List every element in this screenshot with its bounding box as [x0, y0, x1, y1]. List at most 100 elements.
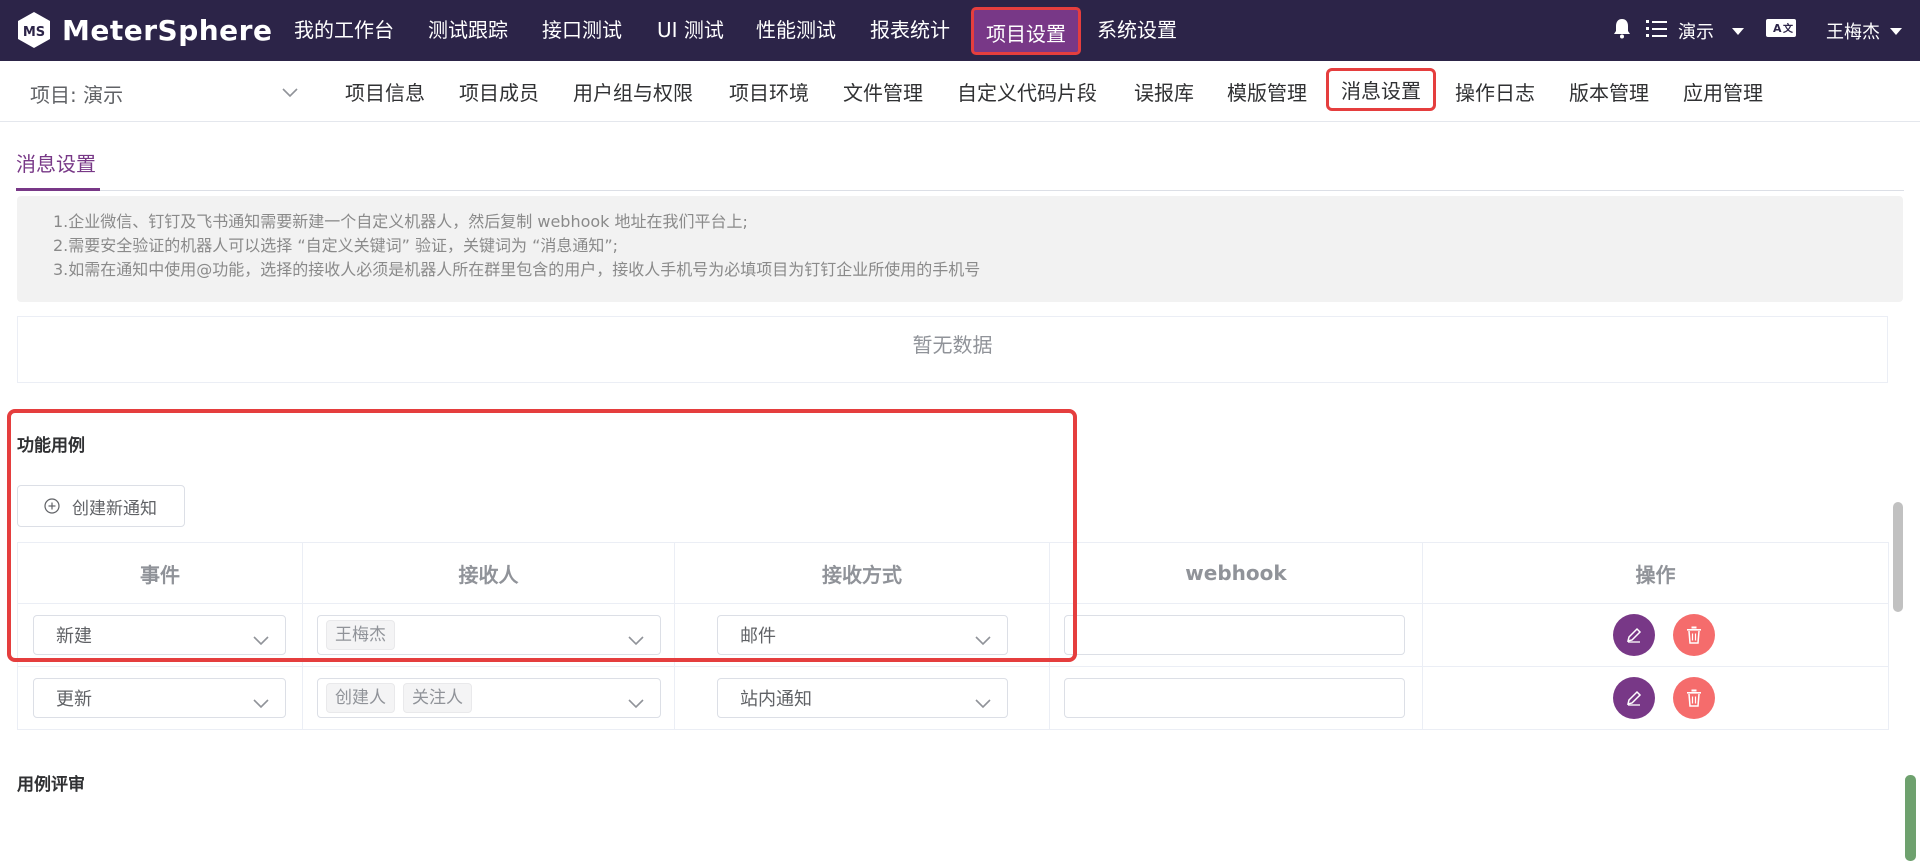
nav-system-settings[interactable]: 系统设置	[1097, 0, 1177, 61]
receiver-cell: 创建人 关注人	[302, 666, 675, 730]
table-row: 更新 创建人 关注人 站内通知	[17, 666, 1889, 730]
subnav-user-groups[interactable]: 用户组与权限	[573, 77, 693, 106]
task-list-icon[interactable]	[1646, 18, 1668, 43]
subnav-false-positive[interactable]: 误报库	[1134, 77, 1194, 106]
empty-table: 暂无数据	[17, 316, 1888, 383]
tip-line: 3.如需在通知中使用@功能，选择的接收人必须是机器人所在群里包含的用户，接收人手…	[53, 260, 981, 279]
receiver-select[interactable]: 王梅杰	[317, 615, 661, 655]
nav-project-settings[interactable]: 项目设置	[971, 7, 1081, 55]
nav-test-tracking[interactable]: 测试跟踪	[428, 0, 508, 61]
subnav-message-settings[interactable]: 消息设置	[1326, 68, 1436, 111]
project-chevron-down-icon[interactable]	[282, 83, 298, 102]
event-value: 更新	[56, 689, 92, 710]
method-cell: 邮件	[674, 603, 1050, 667]
tab-message-settings[interactable]: 消息设置	[16, 148, 96, 177]
receiver-tag: 关注人	[403, 683, 472, 713]
subnav-project-info[interactable]: 项目信息	[345, 77, 425, 106]
receiver-cell: 王梅杰	[302, 603, 675, 667]
top-navigation-bar: MS MeterSphere 我的工作台 测试跟踪 接口测试 UI 测试 性能测…	[0, 0, 1920, 61]
webhook-cell	[1049, 666, 1423, 730]
method-select[interactable]: 站内通知	[717, 678, 1008, 718]
nav-api-test[interactable]: 接口测试	[542, 0, 622, 61]
page-scrollbar-thumb[interactable]	[1905, 775, 1916, 861]
create-notification-label: 创建新通知	[72, 498, 157, 519]
nav-ui-test[interactable]: UI 测试	[657, 0, 724, 61]
column-header-event: 事件	[17, 542, 303, 604]
bell-icon[interactable]	[1612, 17, 1632, 44]
empty-text: 暂无数据	[912, 333, 993, 357]
subnav-project-env[interactable]: 项目环境	[729, 77, 809, 106]
subnav-custom-code[interactable]: 自定义代码片段	[957, 77, 1097, 106]
app-name: MeterSphere	[62, 13, 273, 47]
event-select[interactable]: 新建	[33, 615, 286, 655]
logo[interactable]: MS MeterSphere	[14, 8, 272, 52]
chevron-down-icon	[628, 630, 644, 651]
top-right-controls: 演示 A文 王梅杰	[1612, 0, 1902, 61]
edit-icon	[1625, 689, 1643, 707]
event-select[interactable]: 更新	[33, 678, 286, 718]
column-header-webhook: webhook	[1049, 542, 1423, 604]
main-content: 消息设置 1.企业微信、钉钉及飞书通知需要新建一个自定义机器人，然后复制 web…	[0, 122, 1920, 861]
workspace-select[interactable]: 演示	[1678, 18, 1714, 44]
chevron-down-icon	[628, 693, 644, 714]
delete-button[interactable]	[1673, 677, 1715, 719]
chevron-down-icon	[253, 693, 269, 714]
delete-button[interactable]	[1673, 614, 1715, 656]
trash-icon	[1686, 689, 1702, 707]
trash-icon	[1686, 626, 1702, 644]
svg-text:MS: MS	[23, 25, 45, 40]
inner-scrollbar-thumb[interactable]	[1893, 502, 1903, 612]
project-sub-navigation: 项目: 演示 项目信息 项目成员 用户组与权限 项目环境 文件管理 自定义代码片…	[0, 61, 1920, 122]
webhook-input[interactable]	[1064, 678, 1405, 718]
workspace-chevron-down-icon[interactable]	[1732, 20, 1744, 41]
subnav-project-members[interactable]: 项目成员	[459, 77, 539, 106]
tip-line: 2.需要安全验证的机器人可以选择 “自定义关键词” 验证，关键词为 “消息通知”…	[53, 236, 619, 255]
tab-divider	[16, 190, 1904, 191]
method-select[interactable]: 邮件	[717, 615, 1008, 655]
tip-line: 1.企业微信、钉钉及飞书通知需要新建一个自定义机器人，然后复制 webhook …	[53, 212, 748, 231]
subnav-file-management[interactable]: 文件管理	[843, 77, 923, 106]
nav-my-workbench[interactable]: 我的工作台	[294, 0, 394, 61]
column-header-actions: 操作	[1422, 542, 1889, 604]
section-title-functional-case: 功能用例	[17, 436, 85, 456]
user-chevron-down-icon[interactable]	[1890, 20, 1902, 41]
svg-text:A: A	[1773, 22, 1782, 35]
event-cell: 更新	[17, 666, 303, 730]
receiver-select[interactable]: 创建人 关注人	[317, 678, 661, 718]
table-row: 新建 王梅杰 邮件	[17, 603, 1889, 667]
receiver-tag: 王梅杰	[326, 620, 395, 650]
section-title-case-review: 用例评审	[17, 775, 85, 795]
receiver-tag: 创建人	[326, 683, 395, 713]
language-icon[interactable]: A文	[1766, 19, 1796, 42]
nav-performance-test[interactable]: 性能测试	[756, 0, 836, 61]
chevron-down-icon	[975, 693, 991, 714]
webhook-input[interactable]	[1064, 615, 1405, 655]
method-cell: 站内通知	[674, 666, 1050, 730]
column-header-method: 接收方式	[674, 542, 1050, 604]
subnav-version-management[interactable]: 版本管理	[1569, 77, 1649, 106]
actions-cell	[1422, 666, 1889, 730]
column-header-receiver: 接收人	[302, 542, 675, 604]
user-menu[interactable]: 王梅杰	[1826, 18, 1880, 44]
nav-report-stats[interactable]: 报表统计	[870, 0, 950, 61]
chevron-down-icon	[253, 630, 269, 651]
edit-button[interactable]	[1613, 677, 1655, 719]
subnav-app-management[interactable]: 应用管理	[1683, 77, 1763, 106]
plus-circle-icon	[44, 498, 60, 514]
subnav-templates[interactable]: 模版管理	[1227, 77, 1307, 106]
metersphere-logo-icon: MS	[14, 10, 54, 50]
create-notification-button[interactable]: 创建新通知	[17, 485, 185, 527]
method-value: 站内通知	[740, 689, 812, 710]
tab-active-indicator	[16, 188, 100, 191]
notification-table: 事件 接收人 接收方式 webhook 操作 新建 王梅杰 邮件 更新 创建人 …	[17, 542, 1889, 730]
event-value: 新建	[56, 626, 92, 647]
method-value: 邮件	[740, 626, 776, 647]
actions-cell	[1422, 603, 1889, 667]
table-header-row: 事件 接收人 接收方式 webhook 操作	[17, 542, 1889, 604]
edit-icon	[1625, 626, 1643, 644]
subnav-operation-log[interactable]: 操作日志	[1455, 77, 1535, 106]
project-select[interactable]: 项目: 演示	[30, 79, 123, 108]
tips-panel: 1.企业微信、钉钉及飞书通知需要新建一个自定义机器人，然后复制 webhook …	[17, 196, 1903, 302]
edit-button[interactable]	[1613, 614, 1655, 656]
event-cell: 新建	[17, 603, 303, 667]
